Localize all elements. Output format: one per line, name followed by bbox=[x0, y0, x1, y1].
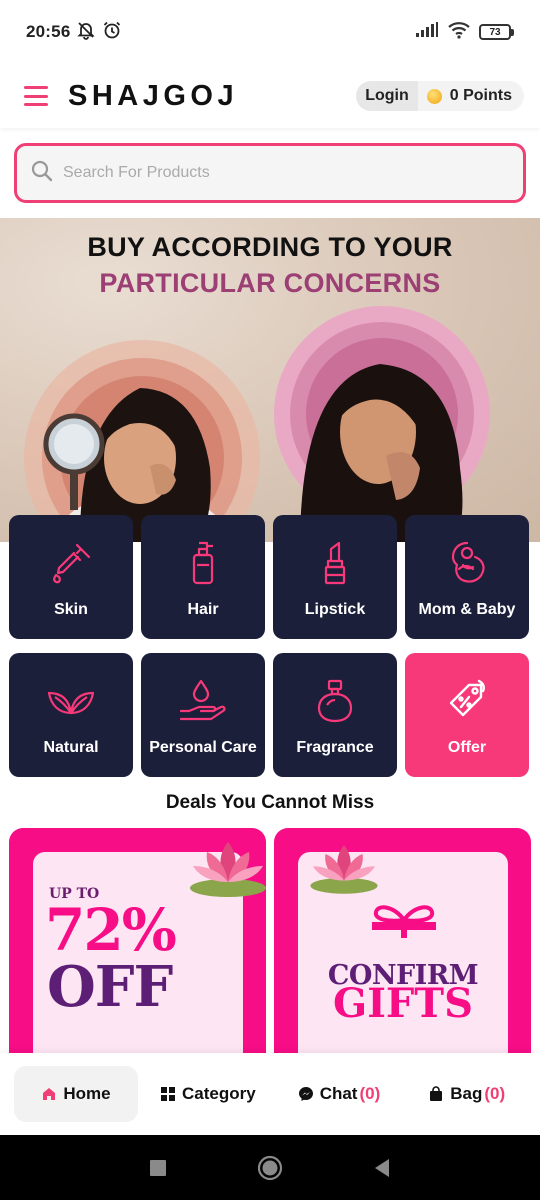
nav-category[interactable]: Category bbox=[148, 1066, 268, 1122]
battery-level: 73 bbox=[479, 24, 511, 40]
category-lipstick[interactable]: Lipstick bbox=[273, 515, 397, 639]
status-bar: 20:56 73 bbox=[0, 0, 540, 64]
nav-home[interactable]: Home bbox=[14, 1066, 138, 1122]
home-system-button[interactable] bbox=[257, 1155, 283, 1181]
recents-button[interactable] bbox=[149, 1159, 167, 1177]
category-label: Natural bbox=[43, 739, 99, 756]
home-icon bbox=[43, 1088, 56, 1100]
price-tag-icon bbox=[441, 675, 493, 727]
banner-headline: BUY ACCORDING TO YOUR bbox=[87, 232, 453, 262]
dropper-icon bbox=[45, 537, 97, 589]
search-bar[interactable] bbox=[14, 143, 526, 203]
points-badge[interactable]: 0 Points bbox=[418, 87, 524, 105]
lotus-icon bbox=[310, 845, 378, 894]
signal-icon bbox=[415, 21, 439, 43]
bottom-nav: Home Category Chat (0) Bag (0) bbox=[0, 1053, 540, 1135]
system-nav-bar bbox=[0, 1135, 540, 1200]
category-label: Personal Care bbox=[149, 739, 257, 756]
nav-category-label: Category bbox=[182, 1084, 256, 1103]
grid-icon bbox=[161, 1087, 175, 1101]
mute-notification-icon bbox=[76, 20, 96, 45]
pump-bottle-icon bbox=[177, 537, 229, 589]
category-personal-care[interactable]: Personal Care bbox=[141, 653, 265, 777]
search-icon bbox=[31, 160, 53, 187]
nav-bag[interactable]: Bag (0) bbox=[416, 1066, 517, 1122]
category-offer[interactable]: Offer bbox=[405, 653, 529, 777]
messenger-icon bbox=[298, 1087, 313, 1101]
mom-baby-icon bbox=[441, 537, 493, 589]
promo-banner[interactable]: BUY ACCORDING TO YOUR PARTICULAR CONCERN… bbox=[0, 218, 540, 542]
leaves-icon bbox=[45, 675, 97, 727]
back-button[interactable] bbox=[373, 1158, 391, 1178]
category-hair[interactable]: Hair bbox=[141, 515, 265, 639]
gift-bow-icon bbox=[372, 905, 436, 938]
search-input[interactable] bbox=[63, 164, 483, 182]
shopping-bag-icon bbox=[430, 1086, 443, 1101]
nav-home-label: Home bbox=[63, 1084, 111, 1103]
login-button[interactable]: Login bbox=[356, 81, 418, 111]
deal-card-gifts[interactable]: CONFIRM GIFTS bbox=[274, 828, 531, 1068]
points-label: 0 Points bbox=[449, 87, 512, 104]
chat-count: (0) bbox=[359, 1084, 381, 1103]
nav-chat-label: Chat bbox=[319, 1084, 358, 1103]
battery-icon: 73 bbox=[479, 24, 514, 40]
category-label: Mom & Baby bbox=[418, 601, 516, 618]
lotus-icon bbox=[190, 842, 266, 897]
category-grid: Skin Hair Lipstick Mom & Baby Natural Pe… bbox=[9, 515, 531, 777]
category-label: Hair bbox=[187, 601, 219, 618]
nav-bag-label: Bag bbox=[450, 1084, 483, 1103]
deal-gifts-text: GIFTS bbox=[333, 980, 473, 1027]
alarm-icon bbox=[102, 20, 122, 45]
category-label: Fragrance bbox=[296, 739, 374, 756]
bag-count: (0) bbox=[484, 1084, 506, 1103]
lipstick-icon bbox=[309, 537, 361, 589]
category-mom-baby[interactable]: Mom & Baby bbox=[405, 515, 529, 639]
deal-card-discount[interactable]: UP TO 72% OFF bbox=[9, 828, 266, 1068]
category-label: Skin bbox=[54, 601, 88, 618]
circle-icon bbox=[257, 1155, 283, 1180]
banner-subheadline: PARTICULAR CONCERNS bbox=[99, 268, 441, 298]
category-label: Lipstick bbox=[304, 601, 366, 618]
wifi-icon bbox=[447, 21, 471, 44]
hamburger-menu-icon[interactable] bbox=[24, 84, 48, 108]
category-skin[interactable]: Skin bbox=[9, 515, 133, 639]
square-icon bbox=[150, 1159, 166, 1176]
hand-drop-icon bbox=[177, 675, 229, 727]
banner-illustration bbox=[24, 306, 490, 542]
app-header: SHAJGOJ Login 0 Points bbox=[0, 64, 540, 128]
category-fragrance[interactable]: Fragrance bbox=[273, 653, 397, 777]
deals-section-title: Deals You Cannot Miss bbox=[165, 792, 375, 813]
brand-logo: SHAJGOJ bbox=[68, 79, 239, 112]
perfume-icon bbox=[309, 675, 361, 727]
account-pill: Login 0 Points bbox=[356, 81, 524, 111]
coin-icon bbox=[426, 88, 442, 104]
deal-off-text: OFF bbox=[47, 954, 173, 1020]
status-time: 20:56 bbox=[26, 22, 71, 41]
category-natural[interactable]: Natural bbox=[9, 653, 133, 777]
nav-chat[interactable]: Chat (0) bbox=[286, 1066, 393, 1122]
back-triangle-icon bbox=[375, 1158, 389, 1177]
category-label: Offer bbox=[447, 739, 487, 756]
